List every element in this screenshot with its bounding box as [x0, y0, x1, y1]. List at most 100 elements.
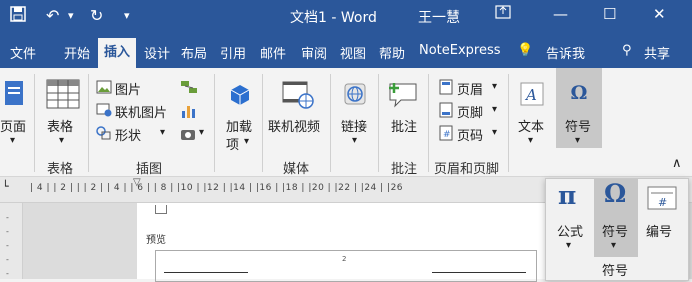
- tab-design[interactable]: 设计: [144, 43, 170, 62]
- page-number-text: 2: [342, 255, 347, 263]
- tab-mailings[interactable]: 邮件: [260, 43, 286, 62]
- separator: [34, 74, 35, 172]
- separator: [508, 74, 509, 172]
- ribbon-tabs: 文件 开始 插入 设计 布局 引用 邮件 审阅 视图 帮助 NoteExpres…: [0, 34, 692, 72]
- page-number-button[interactable]: 页码: [457, 125, 483, 144]
- table-dropdown-icon[interactable]: ▾: [59, 135, 64, 146]
- tab-layout[interactable]: 布局: [181, 43, 207, 62]
- tab-home[interactable]: 开始: [64, 43, 90, 62]
- comments-group-label: 批注: [391, 162, 418, 177]
- preview-line: [432, 272, 526, 273]
- illustrations-group-label: 插图: [136, 162, 163, 177]
- equation-dropdown-icon[interactable]: ▾: [566, 240, 571, 251]
- footer-button[interactable]: 页脚: [457, 102, 483, 121]
- tab-insert[interactable]: 插入: [98, 38, 137, 72]
- addins-dropdown-icon[interactable]: ▾: [244, 136, 249, 147]
- number-button[interactable]: # 编号: [640, 181, 684, 257]
- shapes-button[interactable]: 形状: [115, 125, 141, 144]
- preview-label: 预览: [146, 235, 166, 246]
- online-video-button[interactable]: 联机视频: [268, 116, 320, 135]
- screenshot-icon[interactable]: [180, 126, 198, 142]
- separator: [262, 74, 263, 172]
- svg-text:#: #: [443, 130, 451, 140]
- redo-icon[interactable]: ↻: [90, 6, 103, 26]
- tab-selector-icon[interactable]: └: [2, 180, 9, 193]
- chart-icon[interactable]: [180, 102, 198, 120]
- undo-dropdown-icon[interactable]: ▾: [68, 6, 74, 26]
- header-footer-group-label: 页眉和页脚: [434, 162, 500, 177]
- header-dropdown-icon[interactable]: ▾: [492, 81, 497, 92]
- undo-icon[interactable]: ↶: [46, 6, 59, 26]
- text-dropdown-icon[interactable]: ▾: [528, 135, 533, 146]
- minimize-icon[interactable]: —: [553, 5, 568, 23]
- page-dropdown-icon[interactable]: ▾: [10, 135, 15, 146]
- svg-text:A: A: [524, 86, 537, 104]
- page-number-dropdown-icon[interactable]: ▾: [492, 127, 497, 138]
- symbol-label: 符号: [602, 225, 629, 240]
- numbering-icon: #: [646, 185, 678, 211]
- shapes-dropdown-icon[interactable]: ▾: [160, 127, 165, 138]
- header-icon: [438, 79, 454, 95]
- title-bar: ↶ ▾ ↻ ▾ 文档1 - Word 王一慧 — ☐ ✕: [0, 0, 692, 34]
- vertical-ruler-marks: -----: [6, 213, 9, 278]
- separator: [378, 74, 379, 172]
- footer-dropdown-icon[interactable]: ▾: [492, 104, 497, 115]
- link-button[interactable]: 链接: [341, 116, 367, 135]
- addins-icon: [226, 80, 254, 108]
- tab-noteexpress[interactable]: NoteExpress: [419, 43, 501, 58]
- screenshot-dropdown-icon[interactable]: ▾: [199, 127, 204, 138]
- picture-icon: [96, 79, 112, 95]
- tab-review[interactable]: 审阅: [301, 43, 327, 62]
- online-picture-icon: [96, 102, 112, 118]
- page-number-icon: #: [438, 125, 454, 141]
- tab-file[interactable]: 文件: [10, 43, 36, 62]
- person-icon: ⚲: [622, 43, 632, 58]
- addins-button-line2[interactable]: 项: [226, 134, 239, 153]
- share-button[interactable]: 共享: [644, 43, 670, 62]
- symbols-group-label: 符号: [602, 264, 629, 279]
- symbols-dropdown-icon[interactable]: ▾: [575, 135, 580, 146]
- text-button[interactable]: 文本: [518, 116, 544, 135]
- tab-view[interactable]: 视图: [340, 43, 366, 62]
- tab-help[interactable]: 帮助: [379, 43, 405, 62]
- ruler-marks: | 4 | | 2 | | | 2 | | 4 | | 6 | | 8 | |1…: [30, 183, 404, 193]
- vertical-ruler[interactable]: -----: [0, 203, 23, 279]
- maximize-icon[interactable]: ☐: [603, 5, 616, 23]
- table-button[interactable]: 表格: [47, 116, 73, 135]
- symbol-dropdown-icon[interactable]: ▾: [611, 240, 616, 251]
- comment-button[interactable]: 批注: [391, 116, 417, 135]
- close-icon[interactable]: ✕: [653, 5, 666, 23]
- link-dropdown-icon[interactable]: ▾: [352, 135, 357, 146]
- shapes-icon: [96, 125, 112, 141]
- picture-button[interactable]: 图片: [115, 79, 141, 98]
- user-name[interactable]: 王一慧: [418, 7, 460, 27]
- tell-me-search[interactable]: 告诉我: [546, 43, 585, 62]
- pi-icon: π: [558, 181, 577, 210]
- smartart-icon[interactable]: [180, 78, 198, 96]
- footer-icon: [438, 102, 454, 118]
- link-icon: [341, 80, 369, 108]
- ribbon-insert: 页面 ▾ 表格 ▾ 表格 图片 联机图片 形状 ▾ ▾ 插图 加载 项 ▾ 联机…: [0, 68, 692, 177]
- media-group-label: 媒体: [283, 162, 310, 177]
- symbols-button[interactable]: 符号: [565, 116, 591, 135]
- text-icon: A: [518, 80, 546, 108]
- ribbon-display-options-icon[interactable]: [495, 5, 511, 23]
- addins-button[interactable]: 加载: [226, 116, 252, 135]
- number-label: 编号: [646, 225, 673, 240]
- page-button[interactable]: 页面: [0, 116, 26, 135]
- equation-button[interactable]: π 公式 ▾: [550, 181, 594, 257]
- symbols-popup: π 公式 ▾ Ω 符号 ▾ # 编号 符号: [545, 178, 689, 281]
- indent-marker-icon[interactable]: ▽: [133, 177, 141, 188]
- customize-toolbar-icon[interactable]: ▾: [124, 6, 130, 26]
- online-picture-button[interactable]: 联机图片: [115, 102, 167, 121]
- collapse-ribbon-icon[interactable]: ∧: [672, 156, 682, 171]
- svg-text:#: #: [658, 196, 667, 209]
- preview-line: [164, 272, 248, 273]
- save-icon[interactable]: [10, 6, 26, 27]
- symbol-button[interactable]: Ω 符号 ▾: [594, 179, 638, 257]
- header-button[interactable]: 页眉: [457, 79, 483, 98]
- tab-references[interactable]: 引用: [220, 43, 246, 62]
- separator: [88, 74, 89, 172]
- comment-icon: [386, 78, 420, 110]
- omega-icon: Ω: [570, 82, 588, 104]
